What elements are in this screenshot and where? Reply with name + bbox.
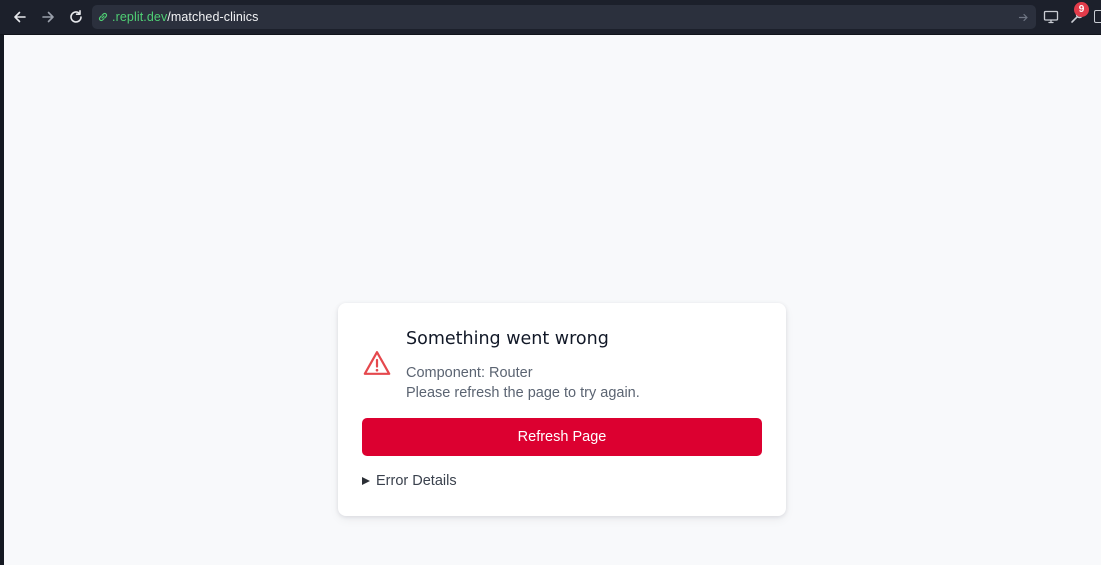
forward-button[interactable]	[37, 6, 59, 28]
url-domain: .replit.dev	[112, 10, 168, 24]
notification-badge: 9	[1074, 2, 1089, 17]
reload-icon	[70, 10, 82, 23]
component-line: Component: Router	[406, 365, 533, 381]
url-path: /matched-clinics	[167, 10, 259, 24]
arrow-left-icon	[14, 11, 26, 23]
address-bar[interactable]: .replit.dev/matched-clinics	[92, 5, 1036, 29]
error-message: Component: Router Please refresh the pag…	[406, 363, 640, 403]
disclosure-triangle-icon	[362, 477, 370, 485]
back-button[interactable]	[9, 6, 31, 28]
arrow-right-small-icon	[1018, 13, 1028, 21]
error-details-toggle[interactable]: Error Details	[362, 473, 457, 489]
sidebar-toggle-icon[interactable]	[1094, 10, 1101, 23]
screen-button[interactable]	[1041, 7, 1061, 27]
browser-toolbar: .replit.dev/matched-clinics 9	[0, 0, 1101, 35]
link-icon	[96, 10, 110, 24]
refresh-hint: Please refresh the page to try again.	[406, 385, 640, 401]
page-content: Something went wrong Component: Router P…	[4, 35, 1101, 565]
warning-triangle-icon	[363, 351, 391, 375]
error-details-label: Error Details	[376, 473, 457, 489]
reload-button[interactable]	[65, 6, 87, 28]
arrow-right-icon	[42, 11, 54, 23]
error-card: Something went wrong Component: Router P…	[338, 303, 786, 516]
error-title: Something went wrong	[406, 329, 609, 349]
monitor-icon	[1043, 10, 1059, 24]
go-button[interactable]	[1016, 10, 1030, 24]
refresh-page-button[interactable]: Refresh Page	[362, 418, 762, 456]
